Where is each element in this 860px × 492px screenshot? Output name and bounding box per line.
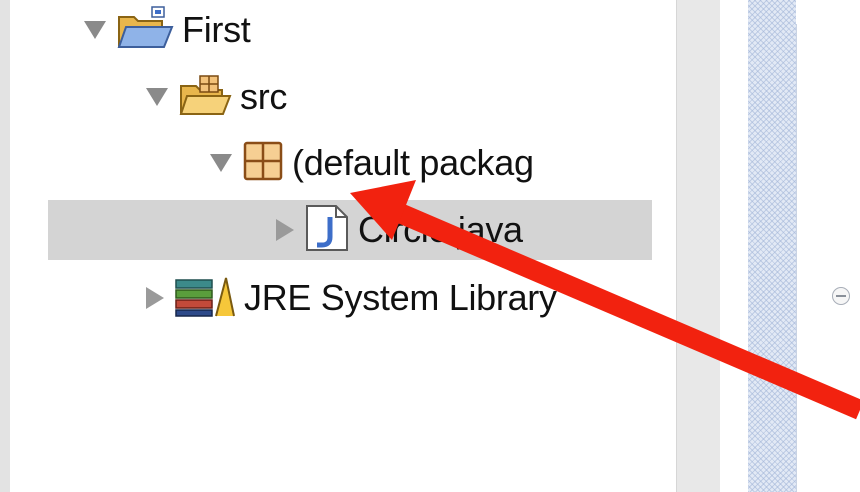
tree-item-label: JRE System Library [244,277,557,318]
collapse-arrow-icon[interactable] [146,287,164,309]
tree-item-default-package[interactable]: (default packag [210,133,534,193]
package-icon [242,140,284,187]
project-folder-icon [116,5,174,56]
tree-item-label: src [240,76,288,117]
source-folder-icon [178,72,232,123]
view-sash[interactable] [676,0,721,492]
tree-item-src[interactable]: src [146,67,287,127]
package-explorer: First src (default packag Circle.java JR… [0,0,676,492]
editor-area [720,0,860,492]
library-icon [174,274,236,323]
editor-text-area[interactable] [796,24,860,492]
java-file-icon [304,203,350,258]
tree-item-label: Circle.java [358,209,523,250]
editor-vertical-ruler [748,0,796,492]
expand-arrow-icon[interactable] [210,154,232,172]
tree-item-circle-java[interactable]: Circle.java [48,200,652,260]
expand-arrow-icon[interactable] [146,88,168,106]
tree-item-jre-system-library[interactable]: JRE System Library [146,268,557,328]
tree-item-label: First [182,9,251,50]
expand-arrow-icon[interactable] [84,21,106,39]
tree-item-label: (default packag [292,142,534,183]
collapse-fold-icon[interactable] [832,287,850,305]
tree-item-project-first[interactable]: First [84,0,251,60]
collapse-arrow-icon[interactable] [276,219,294,241]
panel-left-edge [0,0,10,492]
